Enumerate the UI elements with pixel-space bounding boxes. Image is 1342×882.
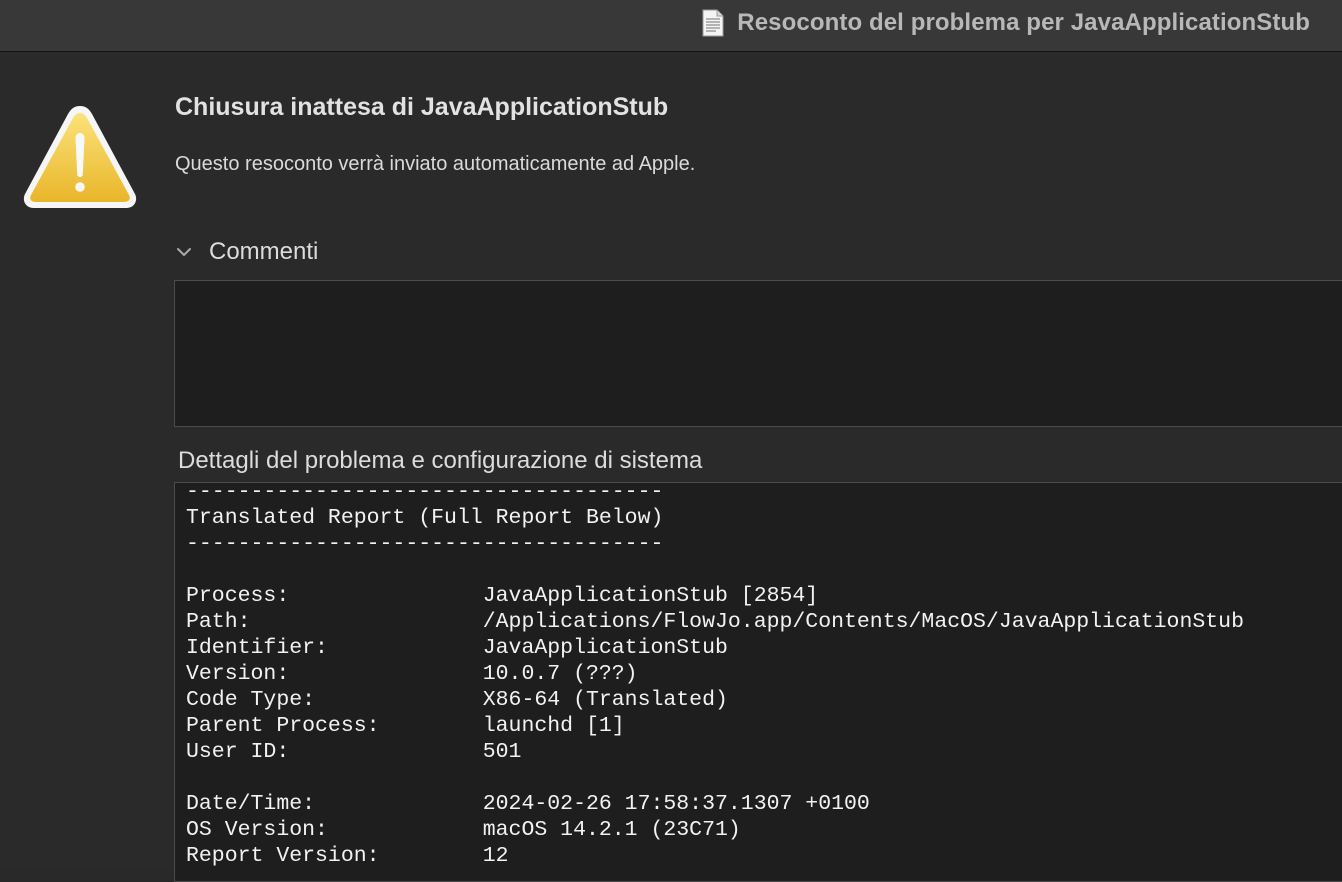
report-line: -------------------------------------	[186, 532, 664, 556]
details-label: Dettagli del problema e configurazione d…	[178, 447, 703, 474]
report-line: Report Version: 12	[186, 844, 509, 868]
report-line: -------------------------------------	[186, 482, 664, 504]
details-text-view[interactable]: ------------------------------------- Tra…	[174, 482, 1342, 882]
comments-field[interactable]	[174, 280, 1342, 427]
report-line: Parent Process: launchd [1]	[186, 714, 625, 738]
alert-heading: Chiusura inattesa di JavaApplicationStub	[175, 93, 669, 121]
report-line	[186, 557, 1244, 583]
report-line	[186, 765, 1244, 791]
window-title-group: Resoconto del problema per JavaApplicati…	[701, 8, 1310, 38]
report-line: User ID: 501	[186, 740, 522, 764]
report-line: Path: /Applications/FlowJo.app/Contents/…	[186, 610, 1244, 634]
report-line: OS Version: macOS 14.2.1 (23C71)	[186, 818, 741, 842]
report-line: Version: 10.0.7 (???)	[186, 662, 638, 686]
report-line: Date/Time: 2024-02-26 17:58:37.1307 +010…	[186, 792, 870, 816]
comments-label: Commenti	[209, 238, 319, 265]
chevron-down-icon[interactable]	[175, 243, 193, 261]
report-line: Translated Report (Full Report Below)	[186, 506, 664, 530]
window-titlebar[interactable]: Resoconto del problema per JavaApplicati…	[0, 0, 1342, 52]
window-title: Resoconto del problema per JavaApplicati…	[737, 9, 1310, 36]
comments-disclosure[interactable]: Commenti	[175, 236, 318, 268]
warning-icon	[23, 106, 137, 208]
report-line: Code Type: X86-64 (Translated)	[186, 688, 728, 712]
report-content: Chiusura inattesa di JavaApplicationStub…	[0, 52, 1342, 882]
report-text: ------------------------------------- Tra…	[186, 482, 1244, 869]
alert-message: Questo resoconto verrà inviato automatic…	[175, 153, 696, 175]
report-line: Process: JavaApplicationStub [2854]	[186, 584, 819, 608]
report-line: Identifier: JavaApplicationStub	[186, 636, 728, 660]
document-icon	[702, 9, 724, 37]
